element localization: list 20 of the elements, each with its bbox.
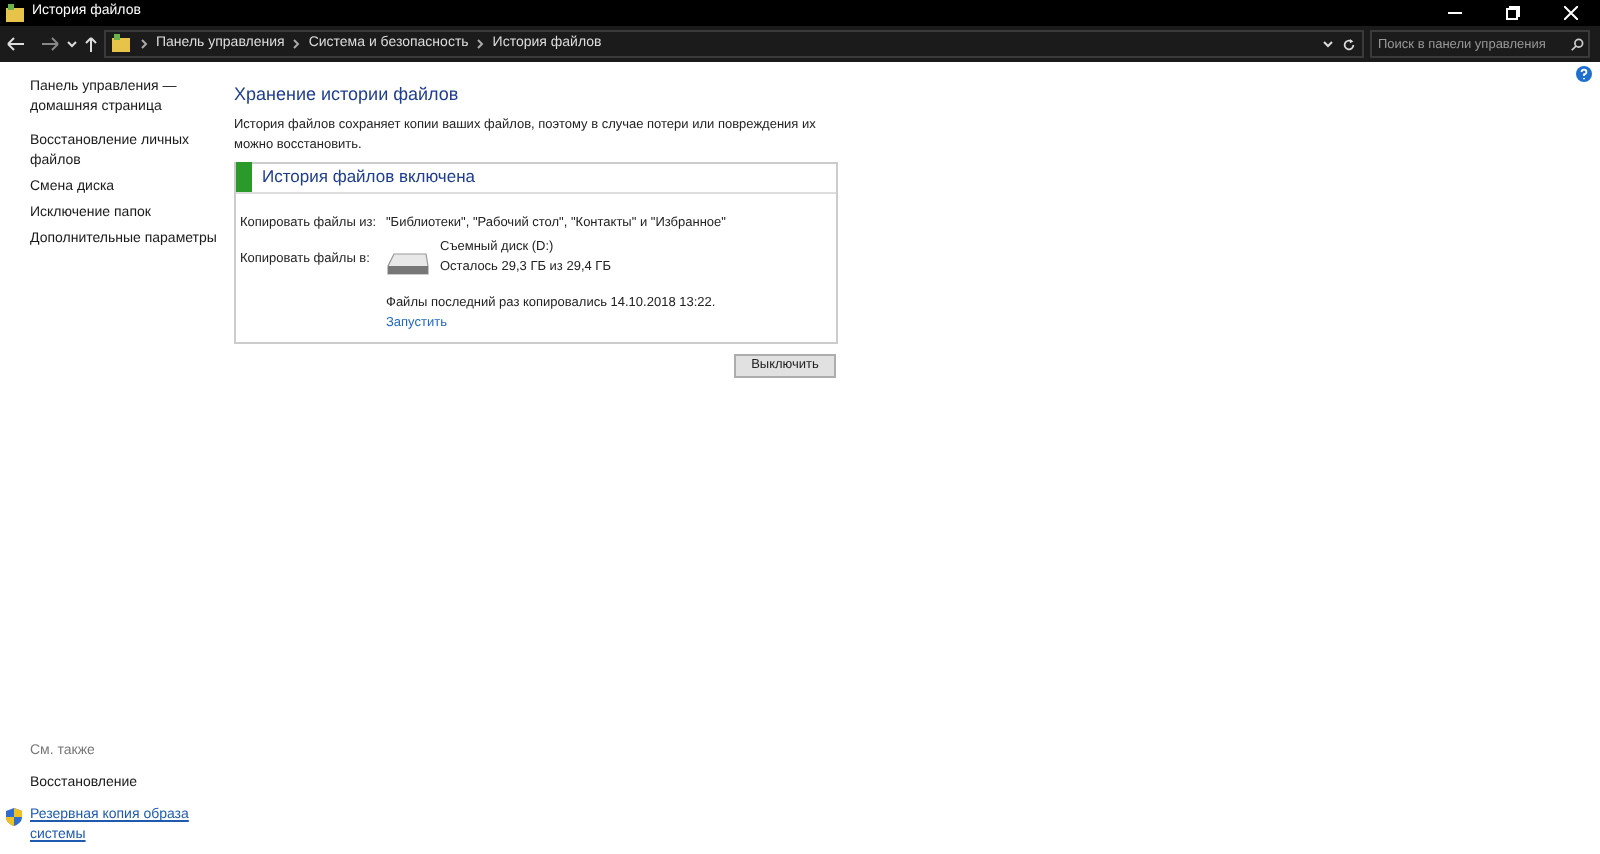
up-icon[interactable] (84, 36, 98, 52)
chevron-right-icon (140, 38, 148, 50)
shield-icon (6, 808, 22, 826)
dropdown-icon[interactable] (1322, 38, 1334, 50)
forward-icon[interactable] (40, 36, 60, 52)
search-icon (1570, 37, 1584, 51)
folder-icon (6, 3, 26, 23)
close-icon[interactable] (1564, 6, 1578, 20)
help-icon[interactable] (1576, 66, 1592, 82)
drive-icon (386, 252, 430, 277)
page-heading: Хранение истории файлов (234, 82, 461, 108)
back-icon[interactable] (6, 36, 26, 52)
chevron-right-icon (476, 38, 485, 50)
folder-icon (112, 34, 132, 54)
restore-icon[interactable] (1506, 6, 1520, 20)
chevron-right-icon (292, 38, 301, 50)
minimize-icon[interactable] (1448, 6, 1462, 20)
refresh-icon[interactable] (1342, 37, 1356, 51)
status-title: История файлов включена (262, 164, 476, 190)
dropdown-icon[interactable] (66, 38, 78, 50)
